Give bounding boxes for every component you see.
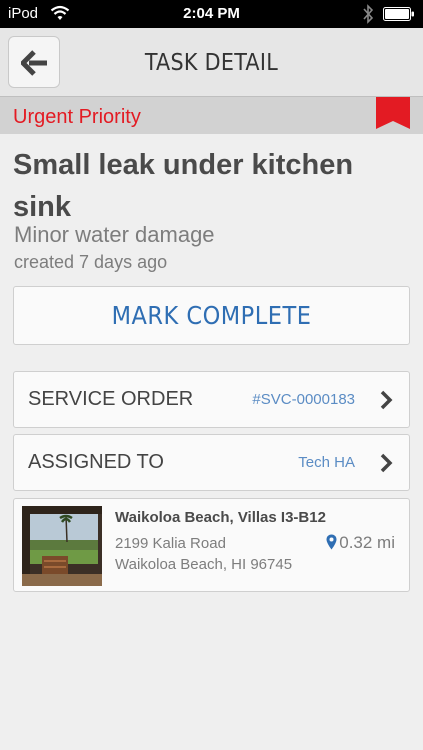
bookmark-flag-icon	[376, 97, 410, 129]
assigned-to-row[interactable]: ASSIGNED TO Tech HA	[13, 434, 410, 491]
assigned-to-value: Tech HA	[298, 454, 355, 471]
location-address-line1: 2199 Kalia Road	[115, 535, 226, 552]
task-title: Small leak under kitchen sink	[13, 149, 354, 223]
chevron-right-icon	[380, 390, 393, 410]
map-pin-icon	[326, 534, 337, 550]
bluetooth-icon	[363, 4, 374, 24]
status-time: 2:04 PM	[183, 5, 240, 22]
service-order-label: SERVICE ORDER	[28, 388, 194, 410]
task-subtitle: Minor water damage	[14, 222, 215, 247]
battery-icon	[383, 7, 414, 21]
location-distance: 0.32 mi	[326, 533, 395, 553]
property-photo	[22, 506, 102, 586]
page-title: TASK DETAIL	[144, 50, 279, 76]
service-order-value: #SVC-0000183	[252, 391, 355, 408]
nav-bar: TASK DETAIL	[0, 28, 423, 96]
priority-bar: Urgent Priority	[0, 96, 423, 134]
chevron-right-icon	[380, 453, 393, 473]
status-bar: iPod 2:04 PM	[0, 0, 423, 28]
location-address-line2: Waikoloa Beach, HI 96745	[115, 556, 293, 573]
location-card[interactable]: Waikoloa Beach, Villas I3-B12 2199 Kalia…	[13, 498, 410, 592]
mark-complete-button[interactable]: MARK COMPLETE	[13, 286, 410, 345]
task-created: created 7 days ago	[14, 252, 168, 272]
priority-label: Urgent Priority	[13, 106, 141, 128]
assigned-to-label: ASSIGNED TO	[28, 451, 164, 473]
location-name: Waikoloa Beach, Villas I3-B12	[115, 509, 326, 526]
location-distance-value: 0.32 mi	[339, 533, 395, 552]
service-order-row[interactable]: SERVICE ORDER #SVC-0000183	[13, 371, 410, 428]
